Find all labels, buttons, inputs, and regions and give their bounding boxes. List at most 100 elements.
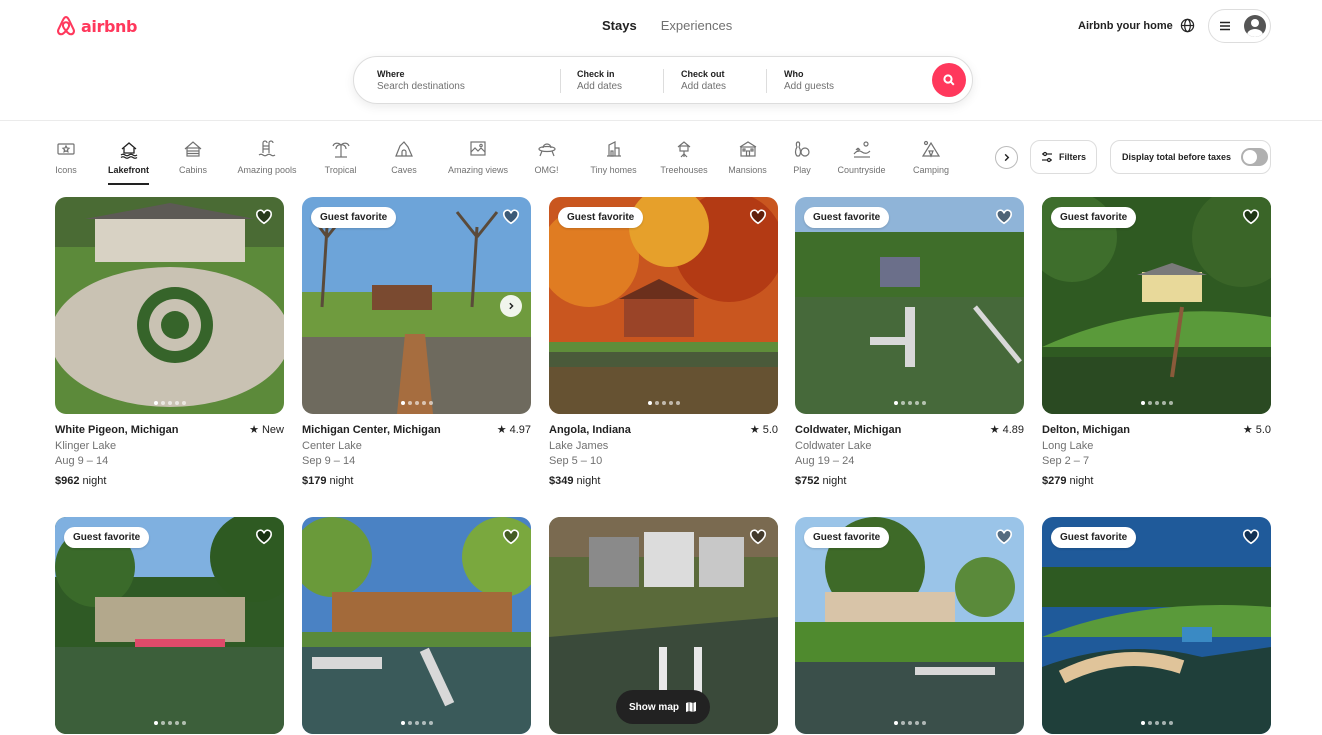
listing-subtitle: Center Lake: [302, 439, 362, 452]
heart-icon[interactable]: [995, 208, 1013, 231]
listing-card[interactable]: Guest favorite Delton, Michigan ★ 5.0 Long…: [1042, 197, 1271, 489]
listing-card[interactable]: Guest favorite Coldwater, Michigan ★ 4.89 …: [795, 197, 1024, 489]
heart-icon[interactable]: [749, 528, 767, 551]
category-label: Tiny homes: [590, 165, 637, 175]
category-lakefront[interactable]: Lakefront: [108, 139, 149, 185]
star-icon: ★: [989, 424, 1000, 436]
category-bar: Icons Lakefront Cabins Amazing pools Tro…: [55, 139, 950, 185]
listing-photo[interactable]: Guest favorite: [795, 517, 1024, 734]
pool-icon: [258, 140, 276, 157]
listing-photo[interactable]: Guest favorite: [1042, 517, 1271, 734]
listing-rating: ★ New: [249, 423, 284, 439]
heart-icon[interactable]: [995, 528, 1013, 551]
listing-card[interactable]: Guest favorite: [1042, 517, 1271, 734]
airbnb-your-home-link[interactable]: Airbnb your home: [1078, 20, 1173, 32]
heart-icon[interactable]: [255, 528, 273, 551]
search-button[interactable]: [932, 63, 966, 97]
menu-icon: [1220, 21, 1230, 31]
show-map-button[interactable]: Show map: [616, 690, 710, 724]
check-out-value: Add dates: [681, 80, 727, 92]
categories-next-button[interactable]: [995, 146, 1018, 169]
heart-icon[interactable]: [502, 528, 520, 551]
display-total-before-taxes[interactable]: Display total before taxes: [1110, 140, 1271, 174]
listing-card[interactable]: Guest favorite: [795, 517, 1024, 734]
treehouse-icon: [677, 141, 691, 158]
category-countryside[interactable]: Countryside: [836, 139, 887, 185]
listing-photo[interactable]: [302, 517, 531, 734]
globe-icon[interactable]: [1180, 18, 1195, 38]
category-label: Cabins: [178, 165, 207, 175]
category-camping[interactable]: Camping: [912, 139, 950, 185]
tab-stays[interactable]: Stays: [602, 18, 637, 33]
listing-dates: Sep 5 – 10: [549, 455, 603, 467]
category-tiny-homes[interactable]: Tiny homes: [590, 139, 637, 185]
photo-dots: [55, 721, 284, 725]
listing-photo[interactable]: Guest favorite: [1042, 197, 1271, 414]
listing-dates: Sep 2 – 7: [1042, 455, 1090, 467]
star-icon: ★: [1242, 424, 1253, 436]
guest-favorite-badge: Guest favorite: [804, 207, 890, 228]
category-caves[interactable]: Caves: [391, 139, 417, 185]
category-mansions[interactable]: Mansions: [728, 139, 767, 185]
category-amazing-pools[interactable]: Amazing pools: [236, 139, 298, 185]
listing-card[interactable]: White Pigeon, Michigan ★ New Klinger Lake …: [55, 197, 284, 489]
airbnb-logo[interactable]: airbnb: [55, 14, 137, 38]
category-icons[interactable]: Icons: [55, 139, 77, 185]
listing-card[interactable]: [302, 517, 531, 734]
filters-icon: [1041, 151, 1052, 163]
logo-text: airbnb: [81, 16, 138, 36]
category-omg[interactable]: OMG!: [534, 139, 559, 185]
search-check-in[interactable]: Check in Add dates: [560, 57, 663, 103]
category-cabins[interactable]: Cabins: [178, 139, 208, 185]
category-tropical[interactable]: Tropical: [324, 139, 357, 185]
filters-button[interactable]: Filters: [1030, 140, 1097, 174]
photo-dots: [302, 401, 531, 405]
search-who[interactable]: Who Add guests: [766, 57, 916, 103]
guest-favorite-badge: Guest favorite: [1051, 527, 1137, 548]
listing-photo[interactable]: [55, 197, 284, 414]
tab-experiences[interactable]: Experiences: [661, 18, 733, 33]
category-label: Amazing pools: [237, 165, 297, 175]
listing-card[interactable]: Guest favorite Michigan Center, Michigan…: [302, 197, 531, 489]
tiny-home-icon: [606, 141, 621, 157]
heart-icon[interactable]: [502, 208, 520, 231]
heart-icon[interactable]: [749, 208, 767, 231]
avatar: [1244, 15, 1266, 37]
search-where[interactable]: Where Search destinations: [354, 57, 560, 103]
category-amazing-views[interactable]: Amazing views: [447, 139, 509, 185]
listing-rating: ★ 5.0: [750, 423, 778, 439]
heart-icon[interactable]: [255, 208, 273, 231]
listing-dates: Sep 9 – 14: [302, 455, 356, 467]
price-unit: night: [1069, 474, 1094, 487]
rating-value: 5.0: [762, 424, 778, 436]
header: airbnb Stays Experiences Airbnb your hom…: [0, 0, 1322, 121]
heart-icon[interactable]: [1242, 208, 1260, 231]
listing-card[interactable]: Guest favorite Angola, Indiana ★ 5.0 Lake …: [549, 197, 778, 489]
show-map-label: Show map: [628, 701, 679, 713]
price-unit: night: [82, 474, 107, 487]
listing-card[interactable]: Guest favorite: [55, 517, 284, 734]
where-label: Where: [377, 68, 405, 79]
category-label: Play: [793, 165, 811, 175]
cave-icon: [395, 141, 413, 157]
heart-icon[interactable]: [1242, 528, 1260, 551]
photo-dots: [1042, 721, 1271, 725]
taxes-toggle[interactable]: [1241, 148, 1269, 166]
category-treehouses[interactable]: Treehouses: [660, 139, 708, 185]
next-photo-button[interactable]: [500, 295, 522, 317]
listing-photo[interactable]: Guest favorite: [55, 517, 284, 734]
search-check-out[interactable]: Check out Add dates: [663, 57, 766, 103]
price-value: $179: [302, 474, 327, 487]
rating-value: 4.89: [1002, 424, 1024, 436]
listing-photo[interactable]: Guest favorite: [795, 197, 1024, 414]
category-play[interactable]: Play: [793, 139, 811, 185]
photo-dots: [549, 401, 778, 405]
price-unit: night: [329, 474, 354, 487]
listing-photo[interactable]: Guest favorite: [302, 197, 531, 414]
star-icon: ★: [496, 424, 507, 436]
countryside-icon: [853, 141, 870, 158]
profile-menu-button[interactable]: [1208, 9, 1271, 43]
where-input[interactable]: Search destinations: [377, 81, 560, 92]
listing-price: $752 night: [795, 474, 1024, 490]
listing-photo[interactable]: Guest favorite: [549, 197, 778, 414]
